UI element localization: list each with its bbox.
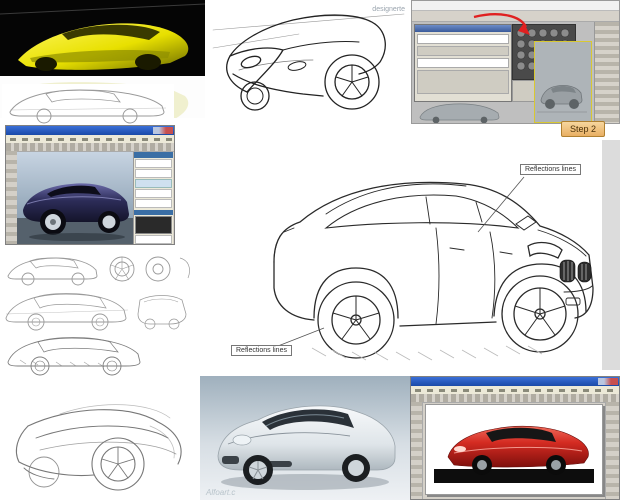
tile-pencil-sideview-top: [2, 84, 174, 124]
tile-photoshop-red-car: [410, 376, 620, 500]
ps2-canvas: [425, 404, 603, 495]
ps2-panel-strip: [605, 402, 619, 499]
ps2-title-bar: [411, 377, 619, 386]
silver-coupe-render: [217, 405, 396, 490]
sports-coupe-pencil-sketch: [15, 404, 182, 491]
max-menu-bar: [412, 1, 619, 11]
ps2-options-bar: [411, 394, 619, 403]
tile-photoshop-purple-car: [5, 125, 175, 245]
pencil-study-sketches: [5, 256, 190, 376]
max-command-panel: [594, 22, 619, 123]
collage-root: designerte Step 2 Reflections lines Refl…: [0, 0, 620, 500]
red-car-render: [434, 425, 594, 483]
viewport-car-model: [537, 85, 587, 113]
ps-title-bar: [6, 126, 174, 135]
step-badge: Step 2: [561, 121, 606, 137]
ps-canvas: [17, 152, 133, 244]
alfoart-watermark: Alfoart.c: [206, 488, 236, 497]
viewport-car-small: [419, 103, 500, 123]
red-arrow-icon: [473, 13, 530, 35]
tile-silver-coupe-render: Alfoart.c: [200, 376, 410, 500]
tile-3dsmax-screenshot: [411, 0, 620, 124]
tile-sports-coupe-sketch: [0, 378, 198, 500]
purple-muscle-car-render: [17, 183, 133, 244]
ps-options-bar: [6, 143, 174, 152]
callout-leader-bottom: [277, 327, 325, 347]
designer-watermark: designerte: [372, 6, 405, 13]
window-buttons-icon: [598, 378, 618, 385]
ps2-menu-bar: [411, 386, 619, 394]
ps-layers-panel: [133, 152, 173, 244]
ps-menu-bar: [6, 135, 174, 143]
tile-pencil-studies: [0, 248, 196, 376]
max-active-viewport: [534, 41, 592, 123]
ps2-toolbox: [411, 402, 423, 499]
hatchback-ink-sketch: [212, 13, 405, 111]
pencil-sideview-sketch: [9, 89, 167, 124]
tile-ink-hatchback-sketch: designerte: [209, 4, 408, 118]
reflections-label-top: Reflections lines: [520, 164, 581, 175]
window-buttons-icon: [153, 127, 173, 134]
reflections-label-bottom: Reflections lines: [231, 345, 292, 356]
page-edge-strip: [602, 140, 620, 370]
